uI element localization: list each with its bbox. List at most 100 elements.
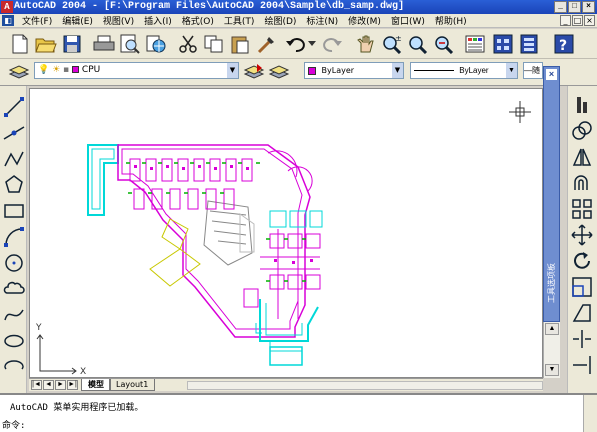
command-prompt[interactable]: 命令: xyxy=(2,418,25,431)
revision-cloud-icon[interactable] xyxy=(3,278,25,300)
palette-title: 工具选项板 xyxy=(547,263,556,303)
offset-icon[interactable] xyxy=(571,172,593,194)
menu-tools[interactable]: 工具(T) xyxy=(219,14,260,27)
polyline-icon[interactable] xyxy=(3,148,25,170)
lineweight-dropdown[interactable]: —随 xyxy=(523,62,543,79)
next-tab-icon[interactable]: ► xyxy=(55,380,66,390)
publish-icon[interactable] xyxy=(144,33,168,55)
arc-icon[interactable] xyxy=(3,226,25,248)
title-bar: A AutoCAD 2004 - [F:\Program Files\AutoC… xyxy=(0,0,597,14)
scroll-down-icon[interactable]: ▼ xyxy=(545,364,559,376)
menu-edit[interactable]: 编辑(E) xyxy=(57,14,98,27)
zoom-realtime-icon[interactable]: ± xyxy=(380,33,404,55)
color-dropdown[interactable]: ByLayer ▼ xyxy=(304,62,404,79)
stretch-icon[interactable] xyxy=(571,302,593,324)
svg-text:±: ± xyxy=(395,34,402,43)
layer-name: CPU xyxy=(81,65,101,75)
menu-help[interactable]: 帮助(H) xyxy=(430,14,472,27)
minimize-button[interactable]: _ xyxy=(554,1,567,13)
copy-object-icon[interactable] xyxy=(571,120,593,142)
extend-icon[interactable] xyxy=(571,354,593,376)
close-button[interactable]: × xyxy=(582,1,595,13)
polygon-icon[interactable] xyxy=(3,174,25,196)
linetype-sample xyxy=(414,70,454,72)
vertical-scrollbar[interactable]: ▲ ▼ xyxy=(543,322,560,378)
pan-icon[interactable] xyxy=(354,33,378,55)
layer-manager-icon[interactable] xyxy=(8,62,30,82)
menu-bar: ◧ 文件(F) 编辑(E) 视图(V) 插入(I) 格式(O) 工具(T) 绘图… xyxy=(0,14,597,28)
spline-icon[interactable] xyxy=(3,304,25,326)
layer-dropdown[interactable]: 💡 ☀ ▪ CPU ▼ xyxy=(34,62,239,79)
save-icon[interactable] xyxy=(60,33,84,55)
designcenter-icon[interactable] xyxy=(492,33,516,55)
layout-tab-bar: |◄ ◄ ► ►| 模型 Layout1 xyxy=(29,378,543,391)
undo-dropdown-icon[interactable] xyxy=(306,33,318,55)
tool-palette[interactable]: × 工具选项板 xyxy=(543,66,560,322)
print-preview-icon[interactable] xyxy=(118,33,142,55)
help-icon[interactable]: ? xyxy=(552,33,576,55)
menu-file[interactable]: 文件(F) xyxy=(17,14,57,27)
svg-text:?: ? xyxy=(559,38,567,54)
prev-tab-icon[interactable]: ◄ xyxy=(43,380,54,390)
horizontal-scrollbar[interactable] xyxy=(187,381,543,390)
erase-icon[interactable] xyxy=(571,94,593,116)
tool-palettes-icon[interactable] xyxy=(518,33,542,55)
linetype-dropdown[interactable]: ByLayer ▼ xyxy=(410,62,518,79)
zoom-previous-icon[interactable] xyxy=(432,33,456,55)
drawing-area[interactable]: Y X xyxy=(29,88,543,378)
make-current-layer-icon[interactable] xyxy=(243,62,265,82)
menu-window[interactable]: 窗口(W) xyxy=(386,14,430,27)
circle-icon[interactable] xyxy=(3,252,25,274)
copy-icon[interactable] xyxy=(202,33,226,55)
undo-icon[interactable] xyxy=(284,33,308,55)
menu-dimension[interactable]: 标注(N) xyxy=(301,14,343,27)
rectangle-icon[interactable] xyxy=(3,200,25,222)
match-properties-icon[interactable] xyxy=(254,33,278,55)
chevron-down-icon[interactable]: ▼ xyxy=(506,63,517,78)
layer-lock-icon: ▪ xyxy=(63,65,70,75)
scroll-up-icon[interactable]: ▲ xyxy=(545,323,559,335)
chevron-down-icon[interactable]: ▼ xyxy=(227,63,238,78)
open-folder-icon[interactable] xyxy=(34,33,58,55)
ucs-y-label: Y xyxy=(35,323,42,333)
paste-icon[interactable] xyxy=(228,33,252,55)
print-icon[interactable] xyxy=(92,33,116,55)
zoom-window-icon[interactable] xyxy=(406,33,430,55)
menu-view[interactable]: 视图(V) xyxy=(98,14,139,27)
doc-close-button[interactable]: × xyxy=(584,15,595,26)
first-tab-icon[interactable]: |◄ xyxy=(31,380,42,390)
chevron-down-icon[interactable]: ▼ xyxy=(392,63,403,78)
mirror-icon[interactable] xyxy=(571,146,593,168)
move-icon[interactable] xyxy=(571,224,593,246)
command-scrollbar[interactable] xyxy=(583,395,597,432)
last-tab-icon[interactable]: ►| xyxy=(67,380,78,390)
array-icon[interactable] xyxy=(571,198,593,220)
maximize-button[interactable]: □ xyxy=(568,1,581,13)
new-file-icon[interactable] xyxy=(8,33,32,55)
construction-line-icon[interactable] xyxy=(3,122,25,144)
command-window: AutoCAD 菜单实用程序已加载。 命令: xyxy=(0,393,597,432)
tab-layout1[interactable]: Layout1 xyxy=(109,379,156,391)
layer-color-swatch xyxy=(72,66,80,73)
menu-insert[interactable]: 插入(I) xyxy=(139,14,177,27)
layer-previous-icon[interactable] xyxy=(268,62,290,82)
lineweight-value: —随 xyxy=(524,66,540,75)
properties-icon[interactable] xyxy=(464,33,488,55)
tab-model[interactable]: 模型 xyxy=(81,379,111,391)
menu-draw[interactable]: 绘图(D) xyxy=(259,14,301,27)
ellipse-arc-icon[interactable] xyxy=(3,356,25,378)
cut-icon[interactable] xyxy=(176,33,200,55)
document-icon[interactable]: ◧ xyxy=(2,15,14,26)
line-icon[interactable] xyxy=(3,96,25,118)
rotate-icon[interactable] xyxy=(571,250,593,272)
doc-minimize-button[interactable]: _ xyxy=(560,15,571,26)
redo-icon[interactable] xyxy=(320,33,344,55)
ellipse-icon[interactable] xyxy=(3,330,25,352)
modify-toolbar xyxy=(567,86,597,393)
menu-format[interactable]: 格式(O) xyxy=(177,14,219,27)
menu-modify[interactable]: 修改(M) xyxy=(343,14,386,27)
doc-restore-button[interactable]: □ xyxy=(572,15,583,26)
autocad-icon[interactable]: A xyxy=(1,1,13,13)
scale-icon[interactable] xyxy=(571,276,593,298)
trim-icon[interactable] xyxy=(571,328,593,350)
